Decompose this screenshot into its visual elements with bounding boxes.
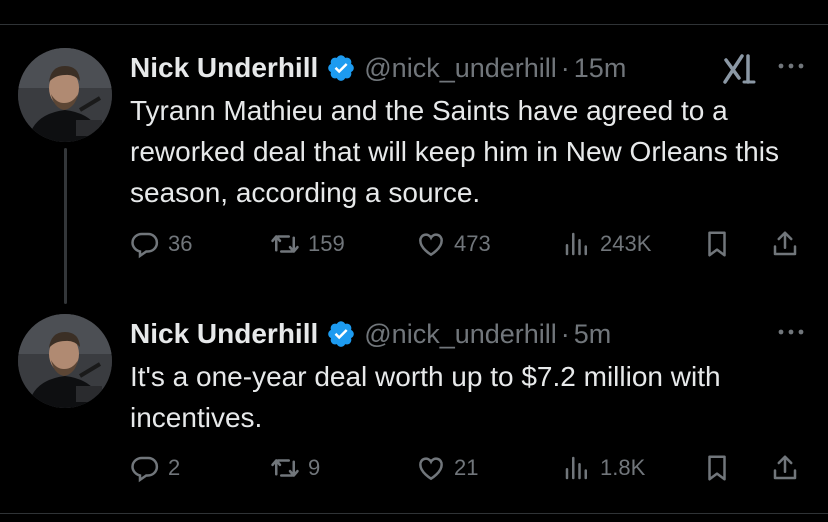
views-icon	[565, 232, 587, 256]
view-count: 243K	[600, 231, 652, 256]
timestamp[interactable]: 15m	[574, 53, 627, 84]
share-icon	[773, 231, 797, 256]
author-handle[interactable]: @nick_underhill	[364, 53, 557, 84]
repost-count: 9	[308, 455, 321, 480]
heart-icon	[419, 233, 443, 257]
separator-dot: ·	[560, 318, 570, 349]
avatar-image	[18, 48, 112, 142]
share-icon	[773, 455, 797, 480]
tweet-text: Tyrann Mathieu and the Saints have agree…	[130, 95, 779, 208]
views-button[interactable]: 243K	[562, 226, 651, 262]
more-options-icon[interactable]	[774, 54, 808, 78]
reply-count: 36	[168, 231, 193, 256]
timestamp[interactable]: 5m	[574, 319, 612, 350]
views-icon	[565, 456, 587, 480]
like-count: 473	[454, 231, 491, 256]
reply-button[interactable]: 2	[130, 450, 180, 486]
tweet-text: It's a one-year deal worth up to $7.2 mi…	[130, 361, 721, 433]
repost-count: 159	[308, 231, 345, 256]
repost-button[interactable]: 9	[270, 450, 320, 486]
share-button[interactable]	[770, 450, 800, 486]
reply-icon	[131, 232, 159, 259]
avatar[interactable]	[18, 314, 112, 408]
heart-icon	[419, 457, 443, 481]
avatar[interactable]	[18, 48, 112, 142]
verified-badge-icon	[328, 55, 355, 81]
bookmark-button[interactable]	[702, 450, 732, 486]
bottom-divider	[0, 513, 828, 514]
bookmark-button[interactable]	[702, 226, 732, 262]
action-bar: 2 9 21 1.8K	[130, 450, 810, 486]
repost-icon	[271, 235, 299, 253]
repost-icon	[271, 459, 299, 477]
reply-icon	[131, 456, 159, 483]
separator-dot: ·	[560, 52, 570, 83]
bookmark-icon	[708, 231, 726, 257]
reply-button[interactable]: 36	[130, 226, 192, 262]
share-button[interactable]	[770, 226, 800, 262]
like-button[interactable]: 21	[416, 450, 478, 486]
author-handle[interactable]: @nick_underhill	[364, 319, 557, 350]
top-divider	[0, 24, 828, 25]
views-button[interactable]: 1.8K	[562, 450, 645, 486]
avatar-image	[18, 314, 112, 408]
grok-icon[interactable]	[722, 52, 758, 86]
author-name[interactable]: Nick Underhill	[130, 318, 318, 350]
view-count: 1.8K	[600, 455, 646, 480]
more-options-icon[interactable]	[774, 320, 808, 344]
bookmark-icon	[708, 455, 726, 481]
verified-badge-icon	[328, 321, 355, 347]
reply-count: 2	[168, 455, 181, 480]
author-name[interactable]: Nick Underhill	[130, 52, 318, 84]
tweet-header: Nick Underhill @nick_underhill · 15m	[130, 48, 626, 88]
thread-connector-line	[64, 148, 67, 304]
tweet-header: Nick Underhill @nick_underhill · 5m	[130, 314, 611, 354]
like-button[interactable]: 473	[416, 226, 491, 262]
like-count: 21	[454, 455, 479, 480]
repost-button[interactable]: 159	[270, 226, 345, 262]
action-bar: 36 159 473 243K	[130, 226, 810, 262]
